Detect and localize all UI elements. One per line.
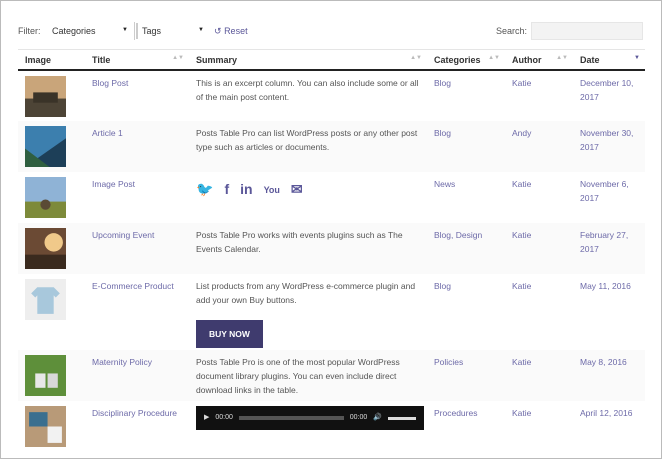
post-date: May 11, 2016 (580, 281, 631, 291)
tags-dropdown[interactable]: Tags ▼ (134, 22, 208, 40)
sort-icon: ▲▼ (488, 55, 500, 61)
column-header-date[interactable]: Date ▼ (573, 49, 645, 71)
post-date: May 8, 2016 (573, 350, 645, 401)
column-header-categories[interactable]: Categories ▲▼ (427, 49, 505, 71)
post-date: November 6, 2017 (580, 179, 629, 203)
column-header-label: Date (580, 54, 600, 65)
chevron-down-icon: ▼ (122, 27, 128, 33)
reset-icon: ↺ (214, 26, 222, 36)
post-thumbnail[interactable] (25, 355, 66, 396)
current-time: 00:00 (215, 414, 233, 421)
sort-icon: ▲▼ (410, 55, 422, 61)
column-header-summary[interactable]: Summary ▲▼ (189, 49, 427, 71)
table-row: Blog Post This is an excerpt column. You… (18, 70, 645, 121)
post-title-link[interactable]: Maternity Policy (85, 350, 189, 401)
play-icon[interactable]: ▶ (204, 411, 209, 425)
author-link[interactable]: Katie (505, 401, 573, 452)
table-row: Image Post 🐦 f in You ✉ News Katie Novem… (18, 172, 645, 223)
column-header-label: Summary (196, 54, 238, 65)
volume-icon[interactable]: 🔊 (373, 411, 382, 425)
search-label: Search: (495, 26, 527, 36)
sort-desc-icon: ▼ (634, 55, 640, 61)
post-date: February 27, 2017 (573, 223, 645, 274)
social-share-icons: 🐦 f in You ✉ (196, 182, 423, 198)
column-header-label: Author (512, 54, 542, 65)
table-header-row: Image Title ▲▼ Summary ▲▼ Categories ▲▼ Aut… (18, 49, 645, 71)
post-thumbnail[interactable] (25, 279, 66, 320)
column-header-title[interactable]: Title ▲▼ (85, 49, 189, 71)
column-header-label: Image (25, 54, 52, 65)
post-thumbnail[interactable] (25, 126, 66, 167)
author-link[interactable]: Katie (505, 274, 573, 350)
filter-label: Filter: (18, 26, 41, 36)
volume-slider[interactable] (388, 416, 416, 420)
posts-table-widget: Filter: Categories ▼ Tags ▼ ↺ Reset Sear… (0, 0, 662, 459)
category-link[interactable]: Blog (427, 121, 505, 172)
post-summary: This is an excerpt column. You can also … (196, 78, 419, 102)
search-input[interactable] (531, 22, 643, 40)
audio-player: ▶ 00:00 00:00 🔊 (196, 406, 424, 430)
category-link[interactable]: News (427, 172, 505, 223)
category-link[interactable]: Blog, Design (427, 223, 505, 274)
author-link[interactable]: Katie (505, 350, 573, 401)
categories-dropdown-label: Categories (52, 26, 96, 36)
post-thumbnail[interactable] (25, 177, 66, 218)
post-title-link[interactable]: Article 1 (85, 121, 189, 172)
category-link[interactable]: Procedures (427, 401, 505, 452)
categories-dropdown[interactable]: Categories ▼ (49, 23, 132, 39)
column-header-label: Categories (434, 54, 481, 65)
twitter-icon[interactable]: 🐦 (196, 182, 213, 198)
table-row: Maternity Policy Posts Table Pro is one … (18, 350, 645, 401)
filter-toolbar: Filter: Categories ▼ Tags ▼ ↺ Reset Sear… (18, 22, 643, 42)
post-thumbnail[interactable] (25, 76, 66, 117)
table-row: Disciplinary Procedure ▶ 00:00 00:00 🔊 P… (18, 401, 645, 452)
post-thumbnail[interactable] (25, 228, 66, 269)
author-link[interactable]: Katie (505, 172, 573, 223)
youtube-icon[interactable]: You (264, 182, 280, 198)
column-header-label: Title (92, 54, 111, 65)
table-row: Article 1 Posts Table Pro can list WordP… (18, 121, 645, 172)
post-summary: Posts Table Pro is one of the most popul… (189, 350, 427, 401)
post-title-link[interactable]: Upcoming Event (85, 223, 189, 274)
author-link[interactable]: Katie (505, 70, 573, 121)
category-link[interactable]: Policies (427, 350, 505, 401)
audio-progress-slider[interactable] (238, 416, 344, 420)
tags-dropdown-label: Tags (142, 26, 162, 36)
post-summary-text: List products from any WordPress e-comme… (196, 281, 416, 305)
post-summary: Posts Table Pro works with events plugin… (189, 223, 427, 274)
post-summary: 🐦 f in You ✉ (189, 172, 427, 223)
sort-icon: ▲▼ (556, 55, 568, 61)
author-link[interactable]: Katie (505, 223, 573, 274)
table-row: E-Commerce Product List products from an… (18, 274, 645, 350)
post-thumbnail[interactable] (25, 406, 66, 447)
post-date: December 10, 2017 (580, 78, 634, 102)
table-row: Upcoming Event Posts Table Pro works wit… (18, 223, 645, 274)
category-link[interactable]: Blog (427, 274, 505, 350)
linkedin-icon[interactable]: in (240, 182, 252, 198)
column-header-image[interactable]: Image (18, 49, 85, 71)
facebook-icon[interactable]: f (224, 182, 229, 198)
chevron-down-icon: ▼ (198, 27, 204, 33)
post-date: November 30, 2017 (573, 121, 645, 172)
sort-icon: ▲▼ (172, 55, 184, 61)
post-date: April 12, 2016 (580, 408, 633, 418)
post-title-link[interactable]: Image Post (85, 172, 189, 223)
duration-time: 00:00 (349, 414, 368, 421)
author-link[interactable]: Andy (505, 121, 573, 172)
email-icon[interactable]: ✉ (291, 182, 303, 198)
reset-link[interactable]: ↺ Reset (214, 26, 248, 37)
post-title-link[interactable]: E-Commerce Product (85, 274, 189, 350)
posts-table: Image Title ▲▼ Summary ▲▼ Categories ▲▼ Aut… (18, 49, 645, 452)
buy-now-button[interactable]: BUY NOW (196, 320, 263, 348)
column-header-author[interactable]: Author ▲▼ (505, 49, 573, 71)
category-link[interactable]: Blog (427, 70, 505, 121)
post-title-link[interactable]: Disciplinary Procedure (85, 401, 189, 452)
post-summary: List products from any WordPress e-comme… (189, 274, 427, 350)
post-summary: Posts Table Pro can list WordPress posts… (189, 121, 427, 172)
post-summary: ▶ 00:00 00:00 🔊 (189, 401, 427, 452)
reset-label: Reset (224, 26, 248, 36)
post-title-link[interactable]: Blog Post (85, 70, 189, 121)
